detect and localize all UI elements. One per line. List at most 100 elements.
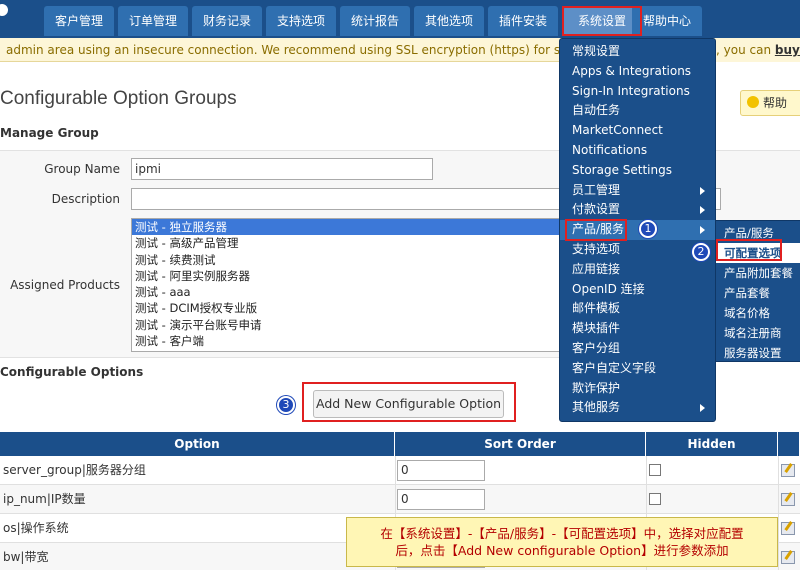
menu-item-label: 应用链接	[572, 261, 621, 276]
menu-item-label: OpenID 连接	[572, 281, 645, 296]
submenu-item-domain-pricing[interactable]: 域名价格	[716, 303, 800, 323]
tab-label: 财务记录	[202, 14, 251, 28]
tab-help[interactable]: 帮助中心	[632, 6, 702, 36]
product-option[interactable]: 测试 - 客户端	[132, 333, 560, 349]
menu-item-notifications[interactable]: Notifications	[560, 141, 715, 161]
setup-tab-highlight	[562, 6, 642, 36]
tab-addons[interactable]: 插件安装	[488, 6, 558, 36]
tab-label: 帮助中心	[642, 14, 691, 28]
configurable-options-highlight	[716, 239, 782, 261]
column-header-actions	[778, 432, 800, 456]
help-button[interactable]: 帮助	[740, 90, 800, 116]
menu-item-email-templates[interactable]: 邮件模板	[560, 299, 715, 319]
menu-item-label: MarketConnect	[572, 123, 663, 138]
menu-item-apps[interactable]: Apps & Integrations	[560, 62, 715, 82]
group-name-label: Group Name	[44, 162, 120, 176]
submenu-arrow-icon	[700, 226, 705, 235]
step-3-marker: 3	[277, 396, 295, 414]
tab-label: 插件安装	[498, 14, 547, 28]
tab-label: 支持选项	[276, 14, 325, 28]
tab-utilities[interactable]: 其他选项	[414, 6, 484, 36]
product-option[interactable]: 测试 - DCIM授权专业版	[132, 300, 560, 316]
submenu-item-registrars[interactable]: 域名注册商	[716, 323, 800, 343]
tab-orders[interactable]: 订单管理	[118, 6, 188, 36]
instruction-note: 在【系统设置】-【产品/服务】-【可配置选项】中，选择对应配置 后，点击【Add…	[346, 517, 778, 567]
menu-item-storage[interactable]: Storage Settings	[560, 161, 715, 181]
configurable-options-heading: Configurable Options	[0, 365, 144, 379]
menu-item-label: 自动任务	[572, 103, 621, 118]
menu-item-label: 客户分组	[572, 340, 621, 355]
tab-clients[interactable]: 客户管理	[44, 6, 114, 36]
menu-item-label: 付款设置	[572, 202, 621, 217]
step-2-marker: 2	[692, 243, 710, 261]
menu-item-marketconnect[interactable]: MarketConnect	[560, 121, 715, 141]
menu-item-label: 欺诈保护	[572, 380, 621, 395]
submenu-arrow-icon	[700, 206, 705, 215]
sort-order-input[interactable]: 0	[397, 489, 485, 510]
warning-tail-text: , you can	[716, 43, 775, 57]
note-line-2: 后，点击【Add New configurable Option】进行参数添加	[395, 543, 729, 558]
menu-item-payments[interactable]: 付款设置	[560, 200, 715, 220]
menu-item-other[interactable]: 其他服务	[560, 398, 715, 418]
menu-item-label: Storage Settings	[572, 162, 672, 177]
edit-icon[interactable]	[781, 493, 795, 506]
table-row: server_group|服务器分组 0	[0, 456, 800, 485]
menu-item-app-links[interactable]: 应用链接	[560, 260, 715, 280]
product-option[interactable]: 测试 - aaa	[132, 284, 560, 300]
help-label: 帮助	[763, 96, 788, 110]
step-1-marker: 1	[639, 220, 657, 238]
hidden-checkbox[interactable]	[649, 493, 661, 505]
submenu-item-servers[interactable]: 服务器设置	[716, 343, 800, 363]
menu-item-addon-modules[interactable]: 模块插件	[560, 319, 715, 339]
submenu-item-addons[interactable]: 产品附加套餐	[716, 263, 800, 283]
tab-label: 统计报告	[350, 14, 399, 28]
edit-icon[interactable]	[781, 464, 795, 477]
menu-item-custom-fields[interactable]: 客户自定义字段	[560, 359, 715, 379]
submenu-arrow-icon	[700, 404, 705, 413]
menu-item-fraud[interactable]: 欺诈保护	[560, 379, 715, 399]
menu-item-label: Sign-In Integrations	[572, 83, 690, 98]
warning-tail: , you can buy o	[716, 38, 800, 62]
tab-label: 客户管理	[54, 14, 103, 28]
menu-item-label: Apps & Integrations	[572, 63, 692, 78]
menu-item-label: 模块插件	[572, 321, 621, 336]
menu-item-automation[interactable]: 自动任务	[560, 101, 715, 121]
submenu-arrow-icon	[700, 186, 705, 195]
product-option[interactable]: 测试 - 阿里实例服务器	[132, 268, 560, 284]
tab-label: 订单管理	[128, 14, 177, 28]
submenu-item-bundles[interactable]: 产品套餐	[716, 283, 800, 303]
menu-item-sign-in[interactable]: Sign-In Integrations	[560, 82, 715, 102]
edit-icon[interactable]	[781, 522, 795, 535]
product-option[interactable]: 测试 - 独立服务器	[132, 219, 560, 236]
menu-item-general[interactable]: 常规设置	[560, 42, 715, 62]
product-option[interactable]: 测试 - 续费测试	[132, 252, 560, 268]
assigned-products-label: Assigned Products	[10, 278, 120, 292]
menu-item-openid[interactable]: OpenID 连接	[560, 280, 715, 300]
menu-item-staff[interactable]: 员工管理	[560, 181, 715, 201]
table-row: ip_num|IP数量 0	[0, 485, 800, 514]
hidden-checkbox[interactable]	[649, 464, 661, 476]
assigned-products-select[interactable]: 测试 - 独立服务器 测试 - 高级产品管理 测试 - 续费测试 测试 - 阿里…	[131, 218, 561, 352]
edit-icon[interactable]	[781, 551, 795, 564]
menu-item-label: 其他服务	[572, 400, 621, 415]
menu-item-client-groups[interactable]: 客户分组	[560, 339, 715, 359]
sort-order-input[interactable]: 0	[397, 460, 485, 481]
menu-item-label: 员工管理	[572, 182, 621, 197]
group-name-input[interactable]: ipmi	[131, 158, 433, 180]
column-header-hidden: Hidden	[646, 432, 778, 456]
logo-icon	[0, 2, 10, 18]
menu-item-label: 客户自定义字段	[572, 360, 657, 375]
menu-item-label: 常规设置	[572, 44, 621, 58]
product-option[interactable]: 测试 - 高级产品管理	[132, 235, 560, 251]
note-line-1: 在【系统设置】-【产品/服务】-【可配置选项】中，选择对应配置	[380, 526, 744, 541]
tab-support[interactable]: 支持选项	[266, 6, 336, 36]
product-option[interactable]: 测试 - 演示平台账号申请	[132, 317, 560, 333]
option-name: server_group|服务器分组	[3, 463, 146, 477]
menu-item-label: 支持选项	[572, 241, 621, 256]
tab-billing[interactable]: 财务记录	[192, 6, 262, 36]
add-configurable-option-button[interactable]: Add New Configurable Option	[313, 390, 504, 418]
buy-ssl-link[interactable]: buy o	[775, 43, 800, 57]
tab-label: 其他选项	[424, 14, 473, 28]
tab-reports[interactable]: 统计报告	[340, 6, 410, 36]
option-name: os|操作系统	[3, 521, 69, 535]
